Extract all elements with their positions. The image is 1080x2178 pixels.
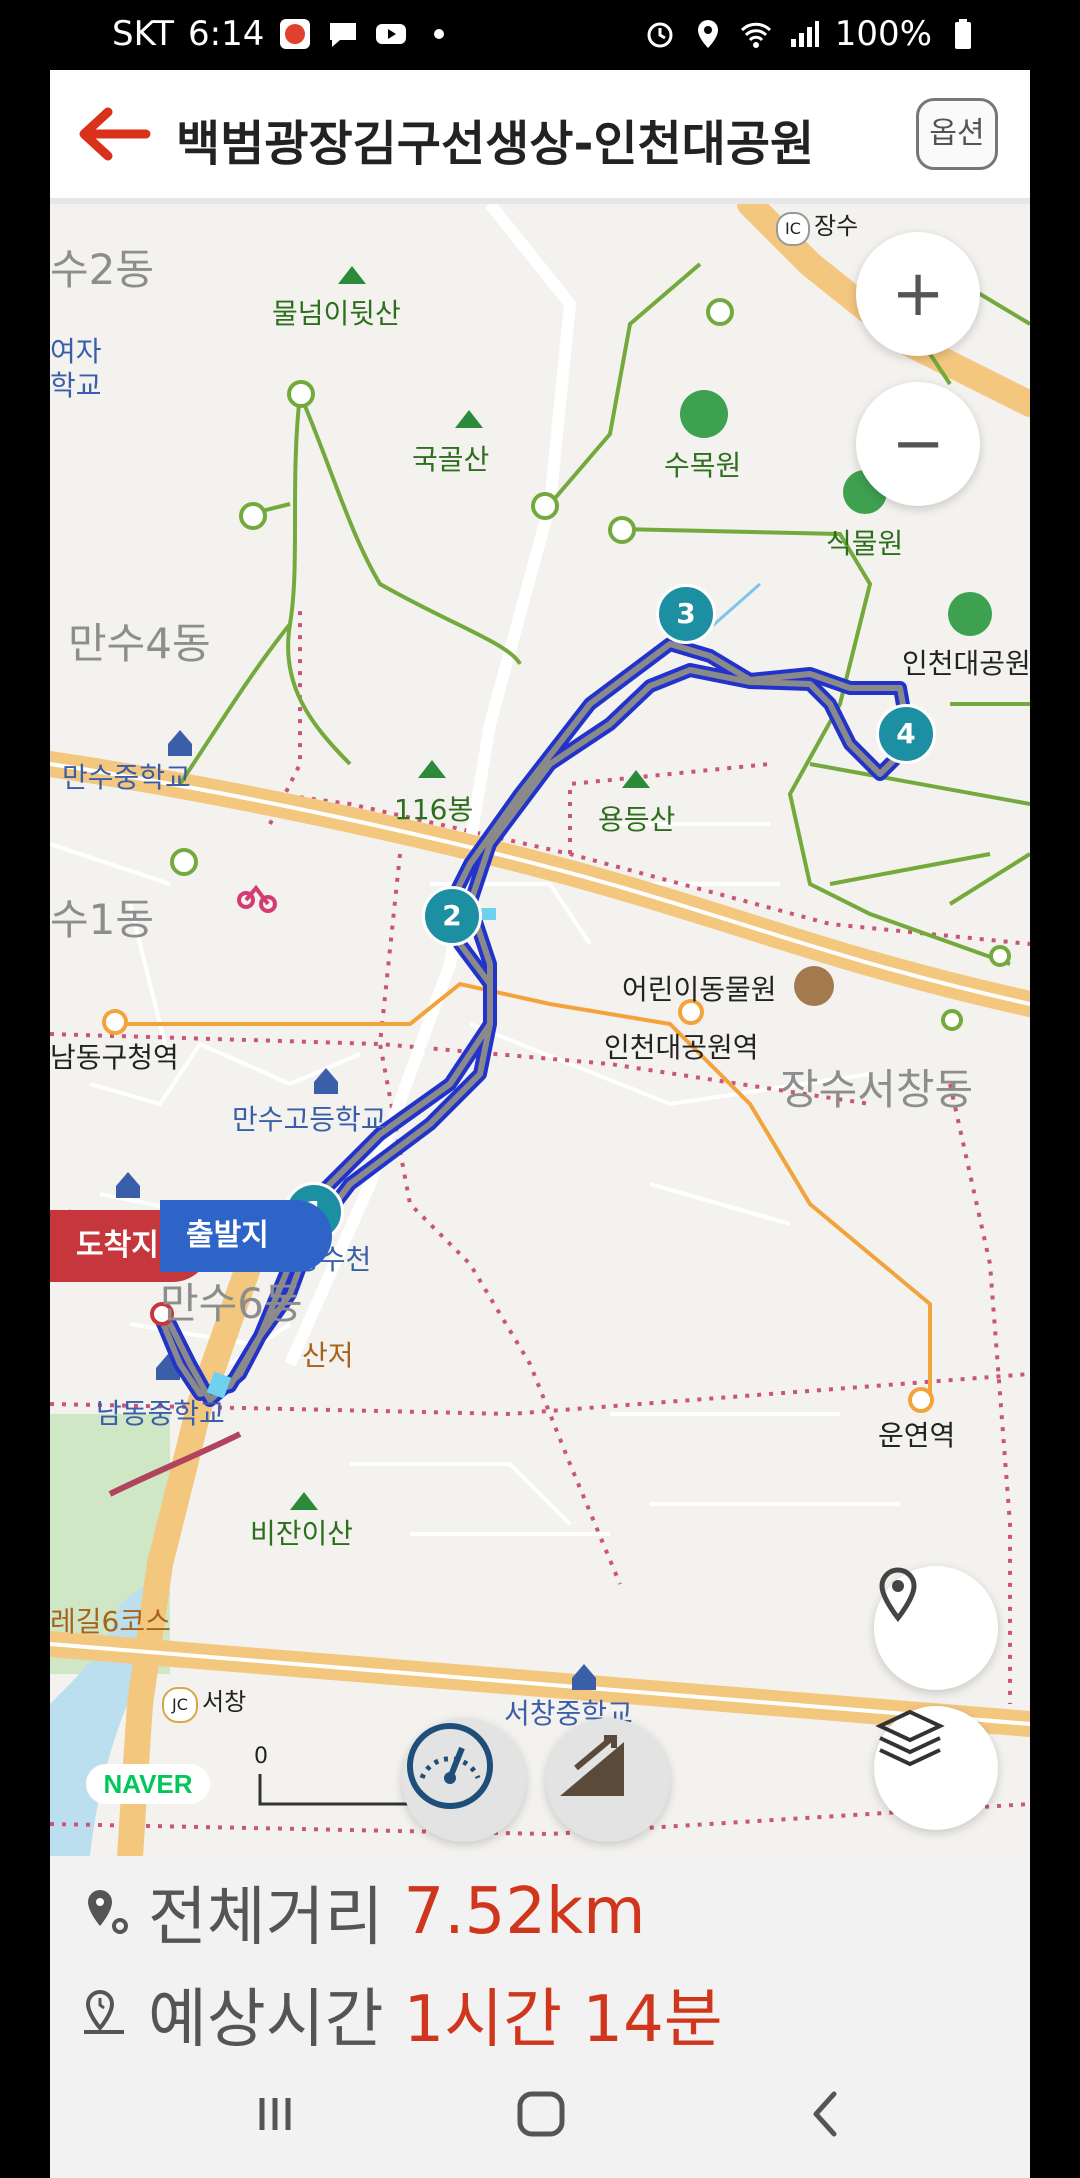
map-label-dulle6: 레길6코스 [50, 1605, 171, 1638]
jc-badge: JC [162, 1687, 198, 1723]
scale-zero-label: 0 [254, 1744, 268, 1769]
battery-icon [955, 19, 971, 49]
incline-button[interactable] [546, 1718, 670, 1842]
map-label-incheon-park: 인천대공원 [902, 647, 1030, 680]
alarm-icon [647, 22, 673, 48]
time-label: 예상시간 [148, 1983, 384, 2057]
time-route-icon [84, 1989, 124, 2034]
distance-row: 전체거리 7.52km [78, 1866, 645, 1958]
map-label-116bong: 116봉 [394, 793, 474, 826]
map-label-seochang: JC 서창 [162, 1682, 246, 1723]
location-icon [697, 20, 718, 48]
map-label-unyeon: 운연역 [878, 1419, 956, 1452]
map-label-su1dong: 수1동 [50, 895, 155, 944]
route-marker-2[interactable]: 2 [422, 886, 482, 946]
system-nav-bar [50, 2048, 1030, 2178]
map-label-bijansan: 비잔이산 [250, 1517, 354, 1550]
app-icon [280, 19, 311, 49]
arrow-left-icon [79, 107, 151, 161]
nav-back-button[interactable] [790, 2084, 860, 2144]
layers-icon [875, 1709, 945, 1767]
app-screen: SKT 6:14 100% 백범광장김구선생상-인천대공원 옵션 수2동 물넘이… [50, 0, 1030, 2178]
distance-value: 7.52km [403, 1875, 646, 1949]
carrier-text: SKT [112, 14, 175, 54]
option-button[interactable]: 옵션 [916, 98, 998, 170]
status-bar: SKT 6:14 100% [50, 0, 1030, 70]
map-label-incheon-park-station: 인천대공원역 [604, 1031, 759, 1064]
map-label-jangsu-seochang: 장수서창동 [780, 1065, 974, 1114]
status-left: SKT 6:14 [112, 14, 456, 54]
signal-icon [790, 21, 819, 47]
speed-button[interactable] [402, 1718, 526, 1842]
home-icon [517, 2091, 565, 2137]
map-label-hakgyo: 학교 [50, 369, 102, 402]
page-title: 백범광장김구선생상-인천대공원 [176, 116, 815, 172]
my-location-button[interactable] [874, 1566, 998, 1690]
layers-button[interactable] [874, 1706, 998, 1830]
battery-text: 100% [834, 14, 932, 54]
map-label-jangsu-text: 장수 [814, 212, 859, 240]
ic-badge: IC [776, 212, 810, 246]
map-view[interactable]: 수2동 물넘이뒷산 여자 학교 국골산 수목원 식물원 IC 장수 만수4동 인천… [50, 204, 1030, 1856]
status-right: 100% [643, 14, 980, 54]
map-label-namdong-middle: 남동중학교 [96, 1397, 225, 1430]
map-label-namdong-gu-office: 남동구청역 [50, 1041, 179, 1074]
pin-route-icon [88, 1890, 128, 1934]
dot-icon [434, 29, 445, 39]
map-label-sanjeo: 산저 [302, 1339, 354, 1372]
map-label-sikmulwon: 식물원 [826, 527, 904, 560]
plus-icon: + [891, 257, 945, 331]
back-icon [813, 2091, 837, 2137]
recents-button[interactable] [240, 2084, 310, 2144]
youtube-icon [376, 24, 407, 44]
speedometer-icon [407, 1723, 493, 1809]
time-text: 6:14 [188, 14, 265, 54]
map-label-seochang-text: 서창 [202, 1688, 247, 1716]
naver-logo: NAVER [86, 1764, 210, 1804]
map-label-jangsu: IC 장수 [776, 206, 858, 246]
map-label-mulneom: 물넘이뒷산 [272, 297, 401, 330]
zoom-out-button[interactable]: − [856, 382, 980, 506]
message-icon [330, 23, 357, 47]
map-label-su2dong: 수2동 [50, 245, 155, 294]
time-row: 예상시간 1시간 14분 [78, 1968, 723, 2060]
wifi-icon [740, 22, 771, 48]
back-button[interactable] [72, 104, 152, 164]
route-marker-4[interactable]: 4 [876, 704, 936, 764]
departure-flag[interactable]: 출발지 [160, 1200, 332, 1272]
zoom-in-button[interactable]: + [856, 232, 980, 356]
route-summary-panel: 전체거리 7.52km 예상시간 1시간 14분 [50, 1856, 1030, 2057]
map-label-mansu-high: 만수고등학교 [232, 1103, 387, 1136]
map-label-sumokwon: 수목원 [664, 449, 742, 482]
recents-icon [259, 2098, 291, 2130]
map-label-mansu4dong: 만수4동 [68, 619, 211, 668]
map-label-gukgolsan: 국골산 [412, 443, 490, 476]
home-button[interactable] [506, 2084, 576, 2144]
map-label-childrens-zoo: 어린이동물원 [622, 973, 777, 1006]
time-value: 1시간 14분 [403, 1983, 723, 2057]
location-pin-icon [879, 1567, 917, 1622]
route-marker-3[interactable]: 3 [656, 584, 716, 644]
map-label-mansu-middle: 만수중학교 [62, 761, 191, 794]
minus-icon: − [891, 407, 945, 481]
incline-icon [560, 1735, 624, 1796]
map-label-yongdeungsan: 용등산 [598, 803, 676, 836]
app-header: 백범광장김구선생상-인천대공원 옵션 [50, 70, 1030, 204]
distance-label: 전체거리 [148, 1881, 384, 1955]
